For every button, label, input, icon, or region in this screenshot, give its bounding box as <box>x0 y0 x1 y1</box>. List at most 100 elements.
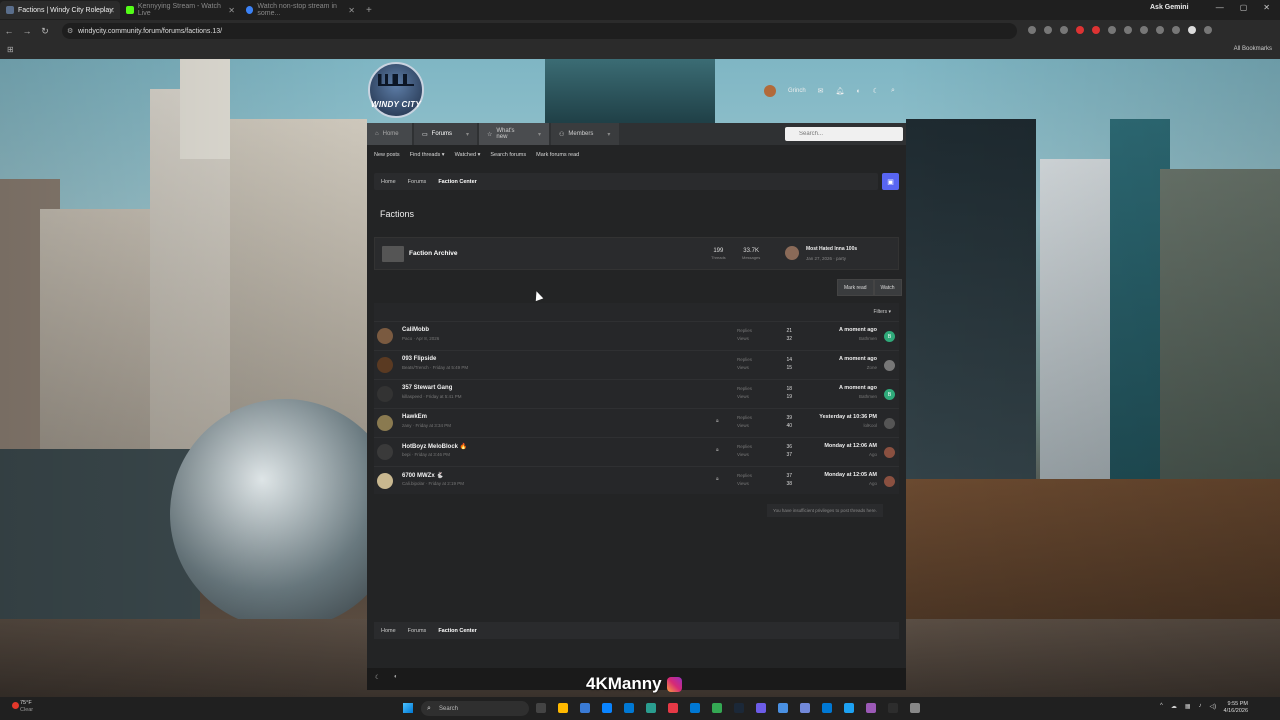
app-icon[interactable] <box>646 703 656 713</box>
last-post-title[interactable]: Most Hated Inna 100s <box>806 246 857 252</box>
thread-title[interactable]: HawkEm <box>402 414 427 420</box>
thread-author-avatar[interactable] <box>377 357 393 373</box>
vscode-icon[interactable] <box>580 703 590 713</box>
thread-row[interactable]: CaliMobb Paco · Apr 8, 2026 Replies Views 21… <box>374 321 899 350</box>
steam-icon[interactable] <box>734 703 744 713</box>
microphone-icon[interactable]: ♪ <box>1199 703 1202 710</box>
discord-icon[interactable] <box>800 703 810 713</box>
thread-author-avatar[interactable] <box>377 473 393 489</box>
last-reply-avatar[interactable] <box>884 360 895 371</box>
reload-icon[interactable]: ↻ <box>36 26 54 37</box>
breadcrumb-forums[interactable]: Forums <box>408 628 427 634</box>
last-reply-avatar[interactable] <box>884 447 895 458</box>
widgets-icon[interactable] <box>558 703 568 713</box>
taskbar-search[interactable]: ⌕ Search <box>421 701 529 716</box>
download-icon[interactable] <box>1172 26 1180 34</box>
thread-author-avatar[interactable] <box>377 415 393 431</box>
task-view-icon[interactable] <box>536 703 546 713</box>
discord-button[interactable]: ▣ <box>882 173 899 190</box>
last-reply-user[interactable]: Zone <box>867 365 877 370</box>
tab-forums[interactable]: ▭ Forums ▾ <box>414 123 477 145</box>
last-reply-user[interactable]: Bathmen <box>859 394 877 399</box>
apps-grid-icon[interactable]: ⊞ <box>7 45 14 54</box>
extension-icon[interactable] <box>1076 26 1084 34</box>
breadcrumb-home[interactable]: Home <box>381 628 396 634</box>
style-toggle-icon[interactable]: ◐ <box>856 88 860 95</box>
filters-button[interactable]: Filters ▾ <box>873 309 891 315</box>
last-reply-avatar[interactable]: B <box>884 389 895 400</box>
breadcrumb-forums[interactable]: Forums <box>408 179 427 185</box>
clock[interactable]: 9:55 PM 4/16/2026 <box>1224 701 1248 715</box>
app-icon[interactable] <box>888 703 898 713</box>
start-icon[interactable] <box>403 703 413 713</box>
sidepanel-icon[interactable] <box>1156 26 1164 34</box>
breadcrumb-faction-center[interactable]: Faction Center <box>438 628 477 634</box>
last-reply-time[interactable]: Yesterday at 10:36 PM <box>819 414 877 420</box>
url-bar[interactable]: ⚙ windycity.community.forum/forums/facti… <box>62 23 1017 39</box>
star-icon[interactable] <box>1060 26 1068 34</box>
subforum-row[interactable]: Faction Archive 199 Threads 33.7K Messag… <box>374 237 899 270</box>
cast-icon[interactable] <box>1028 26 1036 34</box>
thread-title[interactable]: 093 Flipside <box>402 356 436 362</box>
subnav-watched[interactable]: Watched ▾ <box>455 152 481 158</box>
last-post-avatar[interactable] <box>785 246 799 260</box>
breadcrumb-home[interactable]: Home <box>381 179 396 185</box>
chevron-down-icon[interactable]: ▾ <box>538 131 541 138</box>
last-reply-time[interactable]: A moment ago <box>839 385 877 391</box>
capture-app-icon[interactable] <box>668 703 678 713</box>
store-icon[interactable] <box>690 703 700 713</box>
maximize-icon[interactable]: ▢ <box>1240 3 1248 12</box>
file-explorer-icon[interactable] <box>602 703 612 713</box>
outlook-icon[interactable] <box>822 703 832 713</box>
close-tab-icon[interactable]: ✕ <box>228 6 235 15</box>
app-icon[interactable] <box>756 703 766 713</box>
windy-city-logo[interactable]: WINDY CITY <box>368 62 424 118</box>
chevron-up-icon[interactable]: ^ <box>1160 703 1163 710</box>
thread-row[interactable]: 357 Stewart Gang killaspeed · Friday at 5… <box>374 379 899 408</box>
thread-author-avatar[interactable] <box>377 386 393 402</box>
settings-icon[interactable] <box>910 703 920 713</box>
browser-tab-active[interactable]: Factions | Windy City Roleplay ✕ <box>0 1 120 19</box>
close-tab-icon[interactable]: ✕ <box>108 6 115 15</box>
last-reply-time[interactable]: A moment ago <box>839 327 877 333</box>
extension-icon[interactable] <box>1124 26 1132 34</box>
chevron-down-icon[interactable]: ▾ <box>607 131 610 138</box>
last-reply-time[interactable]: Monday at 12:05 AM <box>824 472 877 478</box>
tab-home[interactable]: ⌂ Home <box>367 123 412 145</box>
chevron-down-icon[interactable]: ▾ <box>466 131 469 138</box>
browser-tab[interactable]: Watch non-stop stream in some... ✕ <box>240 1 360 19</box>
app-icon[interactable] <box>844 703 854 713</box>
app-icon[interactable] <box>866 703 876 713</box>
ask-gemini-button[interactable]: Ask Gemini <box>1150 4 1189 11</box>
last-reply-user[interactable]: Ago <box>869 452 877 457</box>
back-icon[interactable]: ← <box>0 26 18 36</box>
edge-icon[interactable] <box>624 703 634 713</box>
last-reply-user[interactable]: Bathmen <box>859 336 877 341</box>
chrome-icon[interactable] <box>712 703 722 713</box>
thread-title[interactable]: 357 Stewart Gang <box>402 385 452 391</box>
extension-icon[interactable] <box>1092 26 1100 34</box>
thread-author-avatar[interactable] <box>377 444 393 460</box>
app-icon[interactable] <box>778 703 788 713</box>
thread-author-avatar[interactable] <box>377 328 393 344</box>
subforum-name[interactable]: Faction Archive <box>409 250 458 257</box>
menu-icon[interactable] <box>1204 26 1212 34</box>
style-chooser-icon[interactable]: ☾ <box>375 674 380 681</box>
cloud-icon[interactable]: ☁ <box>1171 703 1177 710</box>
mark-read-button[interactable]: Mark read <box>837 279 874 296</box>
volume-icon[interactable]: ◁) <box>1210 703 1217 710</box>
profile-icon[interactable] <box>1188 26 1196 34</box>
subnav-search-forums[interactable]: Search forums <box>490 152 526 158</box>
tab-members[interactable]: ⚇ Members ▾ <box>551 123 619 145</box>
theme-icon[interactable]: ☾ <box>873 87 879 95</box>
last-reply-avatar[interactable] <box>884 418 895 429</box>
browser-tab[interactable]: Kennyying Stream - Watch Live ✕ <box>120 1 240 19</box>
all-bookmarks-link[interactable]: All Bookmarks <box>1234 46 1272 52</box>
zoom-icon[interactable] <box>1044 26 1052 34</box>
thread-title[interactable]: 6700 MWZx 🐇 <box>402 472 444 479</box>
thread-title[interactable]: HotBoyz MeloBlock 🔥 <box>402 443 467 450</box>
last-reply-avatar[interactable]: B <box>884 331 895 342</box>
thread-title[interactable]: CaliMobb <box>402 327 429 333</box>
subnav-new-posts[interactable]: New posts <box>374 152 400 158</box>
close-window-icon[interactable]: ✕ <box>1263 3 1270 12</box>
